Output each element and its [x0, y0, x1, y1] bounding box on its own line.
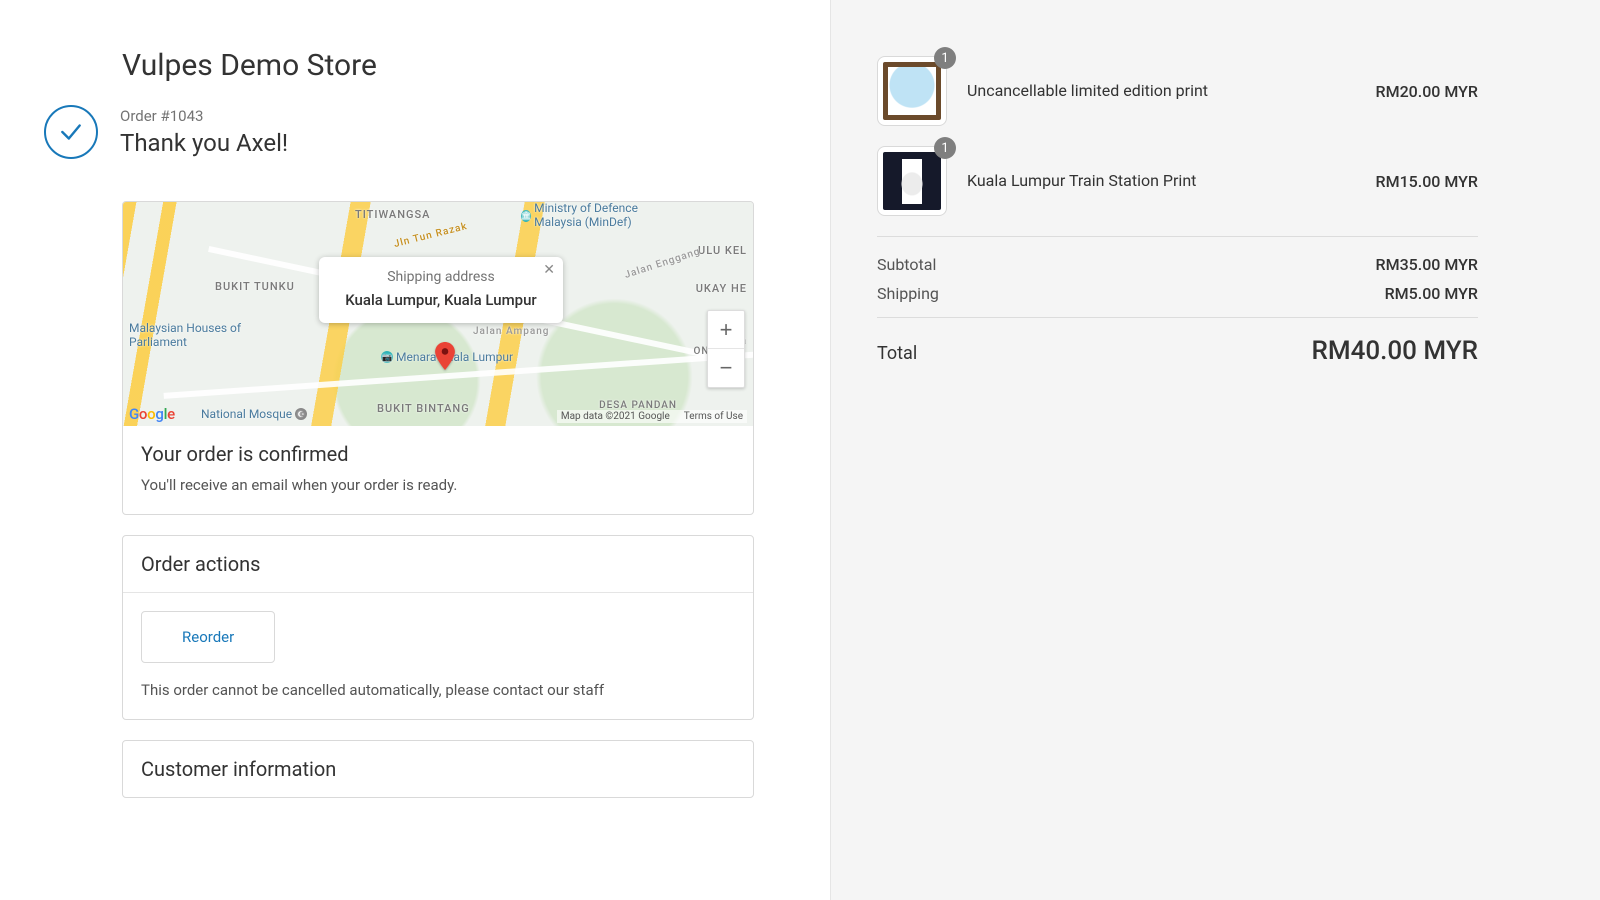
- order-summary-column: 1 Uncancellable limited edition print RM…: [830, 0, 1600, 900]
- cart-item: 1 Kuala Lumpur Train Station Print RM15.…: [877, 146, 1478, 216]
- product-thumbnail: 1: [877, 146, 947, 216]
- close-icon[interactable]: ✕: [543, 263, 555, 277]
- customer-info-title: Customer information: [123, 741, 753, 797]
- popup-location: Kuala Lumpur, Kuala Lumpur: [333, 291, 549, 309]
- confirm-title: Your order is confirmed: [141, 442, 735, 466]
- map-poi: National Mosque☪: [201, 407, 307, 421]
- total-row: Total RM40.00 MYR: [877, 336, 1478, 366]
- map-label: TITIWANGSA: [355, 208, 430, 221]
- product-name: Uncancellable limited edition print: [967, 80, 1356, 102]
- shipping-row: Shipping RM5.00 MYR: [877, 284, 1478, 303]
- total-value: RM40.00 MYR: [1311, 336, 1478, 366]
- total-label: Total: [877, 343, 917, 364]
- order-actions-panel: Order actions Reorder This order cannot …: [122, 535, 754, 720]
- map-label: UKAY HE: [696, 282, 747, 295]
- shipping-value: RM5.00 MYR: [1385, 284, 1478, 303]
- customer-info-panel: Customer information: [122, 740, 754, 798]
- map-label: BUKIT BINTANG: [377, 402, 470, 415]
- map-poi: Malaysian Houses of Parliament: [129, 322, 259, 350]
- divider: [877, 317, 1478, 318]
- thank-you-row: Order #1043 Thank you Axel!: [44, 105, 754, 159]
- map-zoom-control: + −: [707, 310, 745, 388]
- checkmark-icon: [44, 105, 98, 159]
- product-price: RM15.00 MYR: [1376, 172, 1478, 191]
- map-label: ULU KEL: [698, 244, 747, 257]
- popup-title: Shipping address: [333, 269, 549, 285]
- map-poi: 🏛Ministry of Defence Malaysia (MinDef): [521, 202, 681, 230]
- map-label: BUKIT TUNKU: [215, 280, 295, 293]
- reorder-button[interactable]: Reorder: [141, 611, 275, 663]
- order-actions-title: Order actions: [123, 536, 753, 593]
- terms-link[interactable]: Terms of Use: [684, 411, 743, 422]
- shipping-label: Shipping: [877, 284, 939, 303]
- google-logo: Google: [129, 405, 175, 423]
- product-thumbnail: 1: [877, 56, 947, 126]
- confirm-text: You'll receive an email when your order …: [141, 476, 735, 494]
- map-pin-icon: [435, 342, 455, 370]
- map-attribution: Map data ©2021 Google Terms of Use: [557, 410, 747, 423]
- thank-you-heading: Thank you Axel!: [120, 129, 288, 157]
- subtotal-row: Subtotal RM35.00 MYR: [877, 255, 1478, 274]
- quantity-badge: 1: [934, 137, 956, 159]
- divider: [877, 236, 1478, 237]
- map-info-popup: ✕ Shipping address Kuala Lumpur, Kuala L…: [319, 257, 563, 323]
- product-name: Kuala Lumpur Train Station Print: [967, 170, 1356, 192]
- main-column: Vulpes Demo Store Order #1043 Thank you …: [0, 0, 830, 900]
- subtotal-label: Subtotal: [877, 255, 936, 274]
- cancel-note: This order cannot be cancelled automatic…: [141, 681, 735, 699]
- quantity-badge: 1: [934, 47, 956, 69]
- order-number: Order #1043: [120, 107, 288, 125]
- map-road-label: Jalan Ampang: [473, 326, 549, 337]
- cart-item: 1 Uncancellable limited edition print RM…: [877, 56, 1478, 126]
- shipping-map[interactable]: TITIWANGSA BUKIT TUNKU BUKIT BINTANG Amp…: [123, 202, 753, 426]
- zoom-out-button[interactable]: −: [708, 349, 744, 387]
- product-price: RM20.00 MYR: [1376, 82, 1478, 101]
- store-name[interactable]: Vulpes Demo Store: [122, 48, 754, 83]
- zoom-in-button[interactable]: +: [708, 311, 744, 349]
- subtotal-value: RM35.00 MYR: [1376, 255, 1478, 274]
- map-panel: TITIWANGSA BUKIT TUNKU BUKIT BINTANG Amp…: [122, 201, 754, 515]
